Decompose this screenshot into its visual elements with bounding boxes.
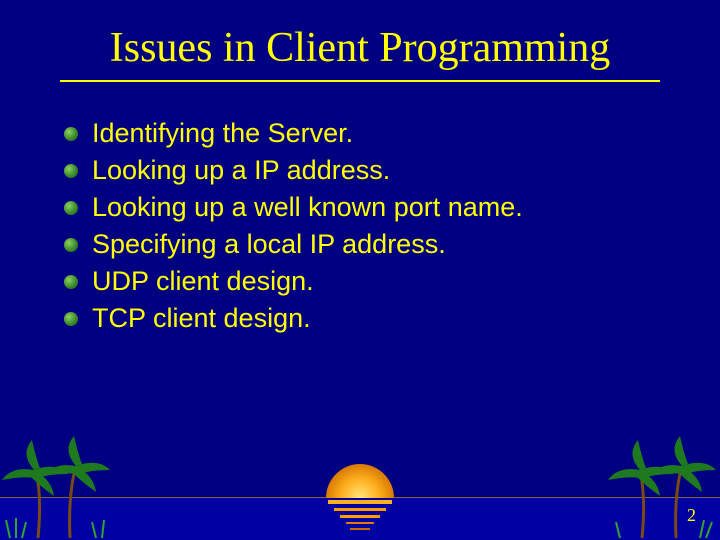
bullet-icon — [64, 312, 78, 326]
page-number: 2 — [687, 505, 696, 526]
bullet-text: Specifying a local IP address. — [92, 229, 446, 260]
list-item: UDP client design. — [64, 266, 720, 297]
bullet-text: Identifying the Server. — [92, 118, 353, 149]
bullet-text: TCP client design. — [92, 303, 311, 334]
bullet-icon — [64, 164, 78, 178]
bullet-icon — [64, 238, 78, 252]
bullet-icon — [64, 275, 78, 289]
list-item: Specifying a local IP address. — [64, 229, 720, 260]
footer-scene-icon — [0, 420, 720, 540]
list-item: Looking up a well known port name. — [64, 192, 720, 223]
slide-title: Issues in Client Programming — [60, 0, 660, 82]
bullet-icon — [64, 127, 78, 141]
bullet-text: Looking up a IP address. — [92, 155, 390, 186]
list-item: Looking up a IP address. — [64, 155, 720, 186]
list-item: Identifying the Server. — [64, 118, 720, 149]
bullet-icon — [64, 201, 78, 215]
bullet-text: UDP client design. — [92, 266, 314, 297]
list-item: TCP client design. — [64, 303, 720, 334]
bullet-text: Looking up a well known port name. — [92, 192, 523, 223]
slide: Issues in Client Programming Identifying… — [0, 0, 720, 540]
bullet-list: Identifying the Server. Looking up a IP … — [64, 118, 720, 334]
